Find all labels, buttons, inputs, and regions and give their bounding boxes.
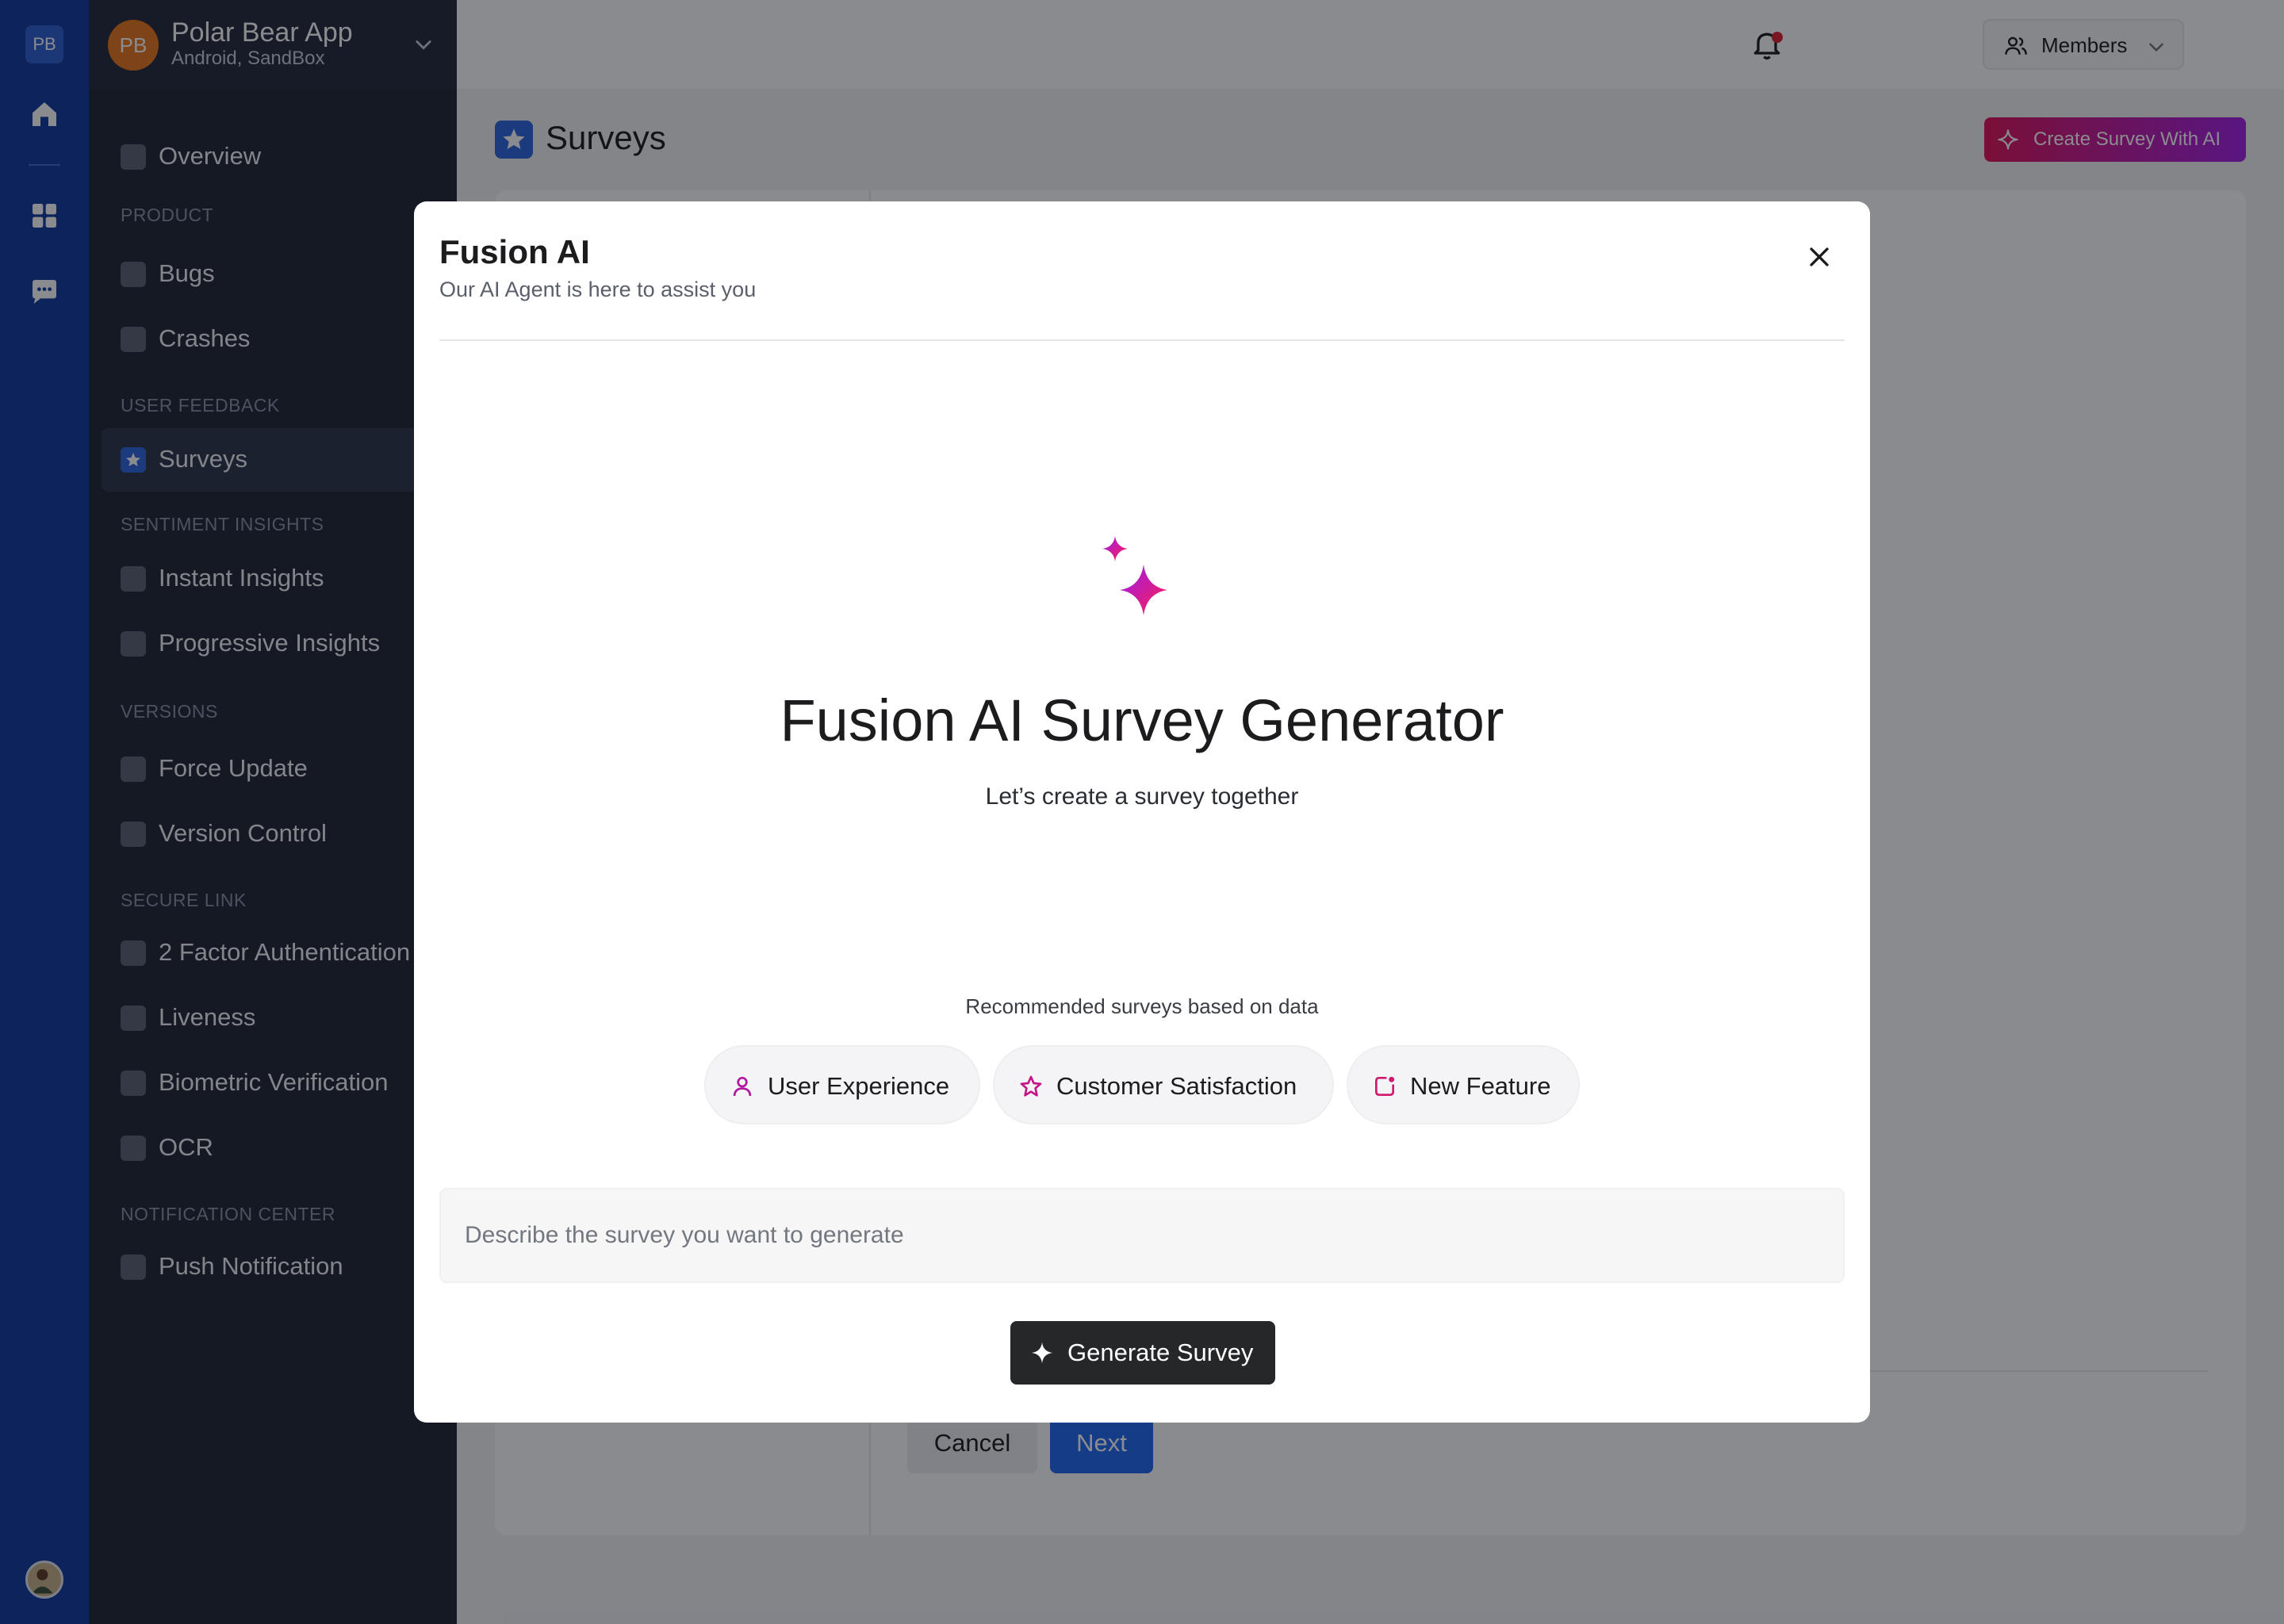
chip-label: New Feature bbox=[1410, 1072, 1551, 1100]
user-icon bbox=[733, 1077, 752, 1097]
sparkle-icon bbox=[1031, 1342, 1053, 1364]
chip-customer-satisfaction[interactable]: Customer Satisfaction bbox=[993, 1045, 1334, 1124]
generator-tagline: Let’s create a survey together bbox=[985, 783, 1299, 810]
modal-divider bbox=[439, 339, 1845, 341]
generator-heading: Fusion AI Survey Generator bbox=[780, 688, 1504, 753]
new-feature-icon bbox=[1375, 1076, 1395, 1096]
chip-user-experience[interactable]: User Experience bbox=[704, 1045, 980, 1124]
modal-title: Fusion AI bbox=[439, 233, 590, 270]
star-outline-icon bbox=[1020, 1075, 1042, 1097]
generate-survey-label: Generate Survey bbox=[1067, 1339, 1254, 1366]
modal-subtitle: Our AI Agent is here to assist you bbox=[439, 278, 757, 301]
recommended-label: Recommended surveys based on data bbox=[965, 994, 1319, 1018]
survey-description-input[interactable] bbox=[439, 1188, 1845, 1283]
chip-label: Customer Satisfaction bbox=[1056, 1072, 1297, 1100]
generate-survey-button[interactable]: Generate Survey bbox=[1010, 1321, 1275, 1385]
close-icon[interactable] bbox=[1803, 241, 1835, 273]
fusion-ai-modal: Fusion AI Our AI Agent is here to assist… bbox=[414, 201, 1870, 1423]
chip-label: User Experience bbox=[768, 1072, 950, 1100]
chip-new-feature[interactable]: New Feature bbox=[1347, 1045, 1580, 1124]
sparkles-icon bbox=[1102, 536, 1167, 615]
